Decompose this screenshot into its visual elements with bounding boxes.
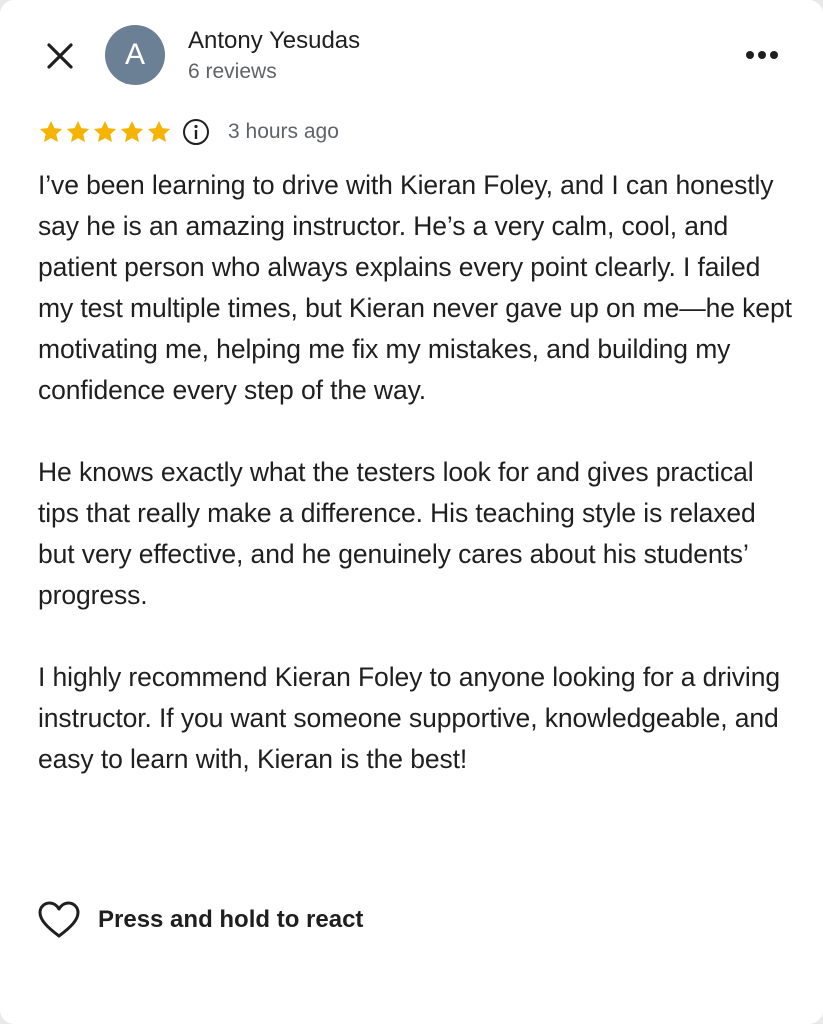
avatar[interactable]: A	[105, 25, 165, 85]
review-card: A Antony Yesudas 6 reviews 3 hours ago I…	[0, 0, 823, 1024]
rating-row: 3 hours ago	[38, 116, 339, 148]
more-options-button[interactable]	[740, 40, 784, 70]
reviewer-review-count: 6 reviews	[188, 60, 277, 83]
info-icon[interactable]	[182, 118, 210, 146]
react-button[interactable]: Press and hold to react	[38, 898, 363, 942]
star-rating	[38, 119, 172, 145]
react-label: Press and hold to react	[98, 906, 364, 933]
review-paragraph: He knows exactly what the testers look f…	[38, 457, 756, 610]
reviewer-name[interactable]: Antony Yesudas	[188, 27, 360, 55]
close-icon	[47, 43, 73, 69]
review-text: I’ve been learning to drive with Kieran …	[38, 165, 798, 780]
star-icon	[93, 120, 117, 142]
close-button[interactable]	[40, 36, 80, 76]
star-icon	[39, 120, 63, 142]
star-icon	[120, 120, 144, 142]
more-horizontal-icon	[746, 51, 778, 59]
review-time: 3 hours ago	[228, 120, 339, 143]
star-icon	[66, 120, 90, 142]
review-paragraph: I’ve been learning to drive with Kieran …	[38, 170, 792, 405]
avatar-letter: A	[124, 38, 145, 71]
review-paragraph: I highly recommend Kieran Foley to anyon…	[38, 662, 780, 774]
heart-icon	[38, 901, 80, 938]
star-icon	[147, 120, 171, 142]
